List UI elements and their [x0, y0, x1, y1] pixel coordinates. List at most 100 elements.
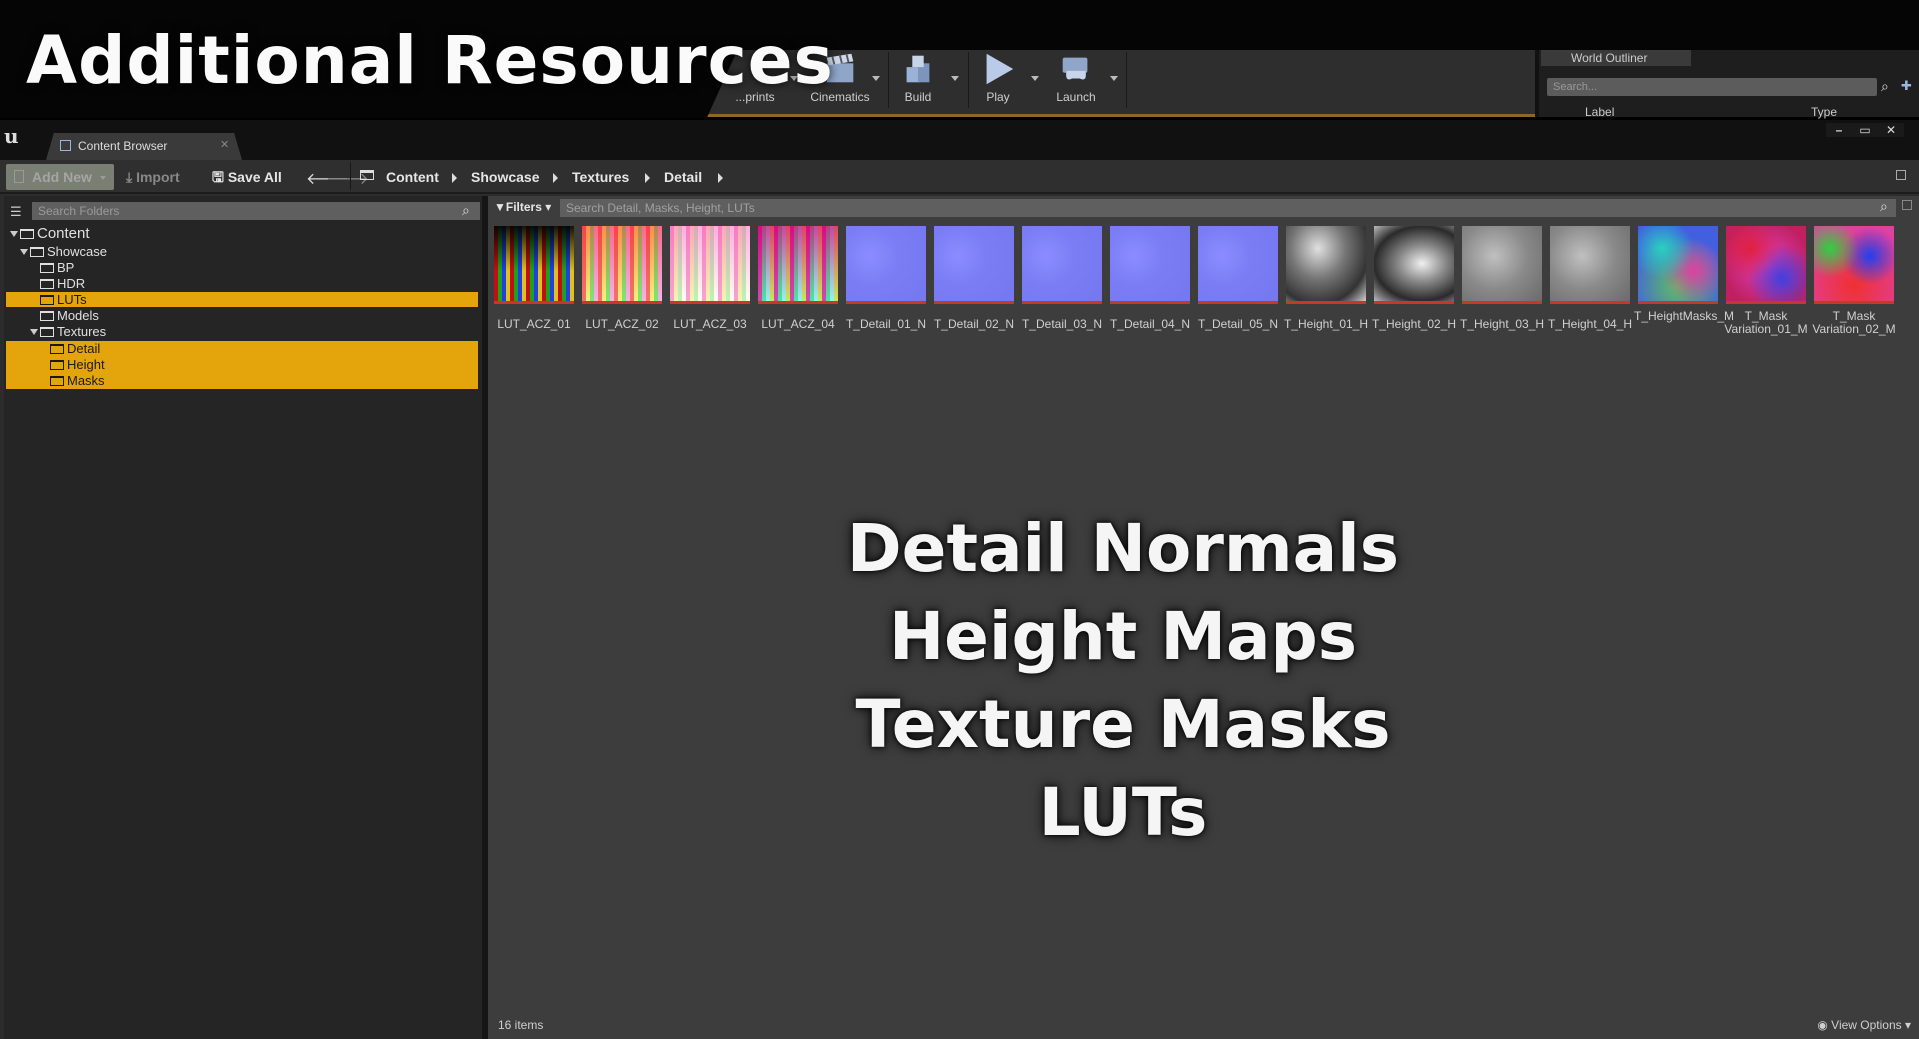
import-button[interactable]: ⤓ Import	[126, 164, 180, 190]
texture-thumbnail	[1286, 226, 1366, 304]
folder-open-icon[interactable]	[360, 170, 374, 180]
maximize-icon[interactable]: ▭	[1852, 123, 1878, 137]
asset-tile[interactable]: LUT_ACZ_04	[758, 226, 838, 331]
toolbar-separator	[1126, 52, 1127, 108]
tree-item-bp[interactable]: BP	[6, 260, 478, 275]
toolbar-separator	[968, 52, 969, 108]
column-header-label[interactable]: Label	[1585, 105, 1614, 119]
save-all-label: Save All	[227, 169, 282, 185]
texture-thumbnail	[1638, 226, 1718, 304]
column-header-type[interactable]: Type	[1811, 105, 1837, 119]
eye-icon: ◉	[1817, 1018, 1832, 1032]
asset-tile[interactable]: LUT_ACZ_03	[670, 226, 750, 331]
folder-icon	[20, 229, 34, 239]
chevron-down-icon: ▾	[541, 200, 552, 214]
content-browser-icon	[60, 140, 71, 151]
asset-search-input[interactable]: Search Detail, Masks, Height, LUTs	[560, 199, 1896, 217]
close-icon[interactable]: ✕	[220, 138, 229, 151]
chevron-right-icon[interactable]	[645, 173, 650, 183]
add-actor-icon[interactable]: ✚	[1901, 78, 1912, 94]
texture-thumbnail	[934, 226, 1014, 304]
folder-label: HDR	[57, 276, 86, 291]
asset-tile[interactable]: T_Height_03_H	[1460, 226, 1544, 331]
content-browser-header	[0, 120, 1919, 160]
chevron-down-icon[interactable]	[1031, 76, 1039, 81]
asset-tile[interactable]: T_Detail_02_N	[934, 226, 1014, 331]
toolbar-label: Launch	[1056, 90, 1096, 104]
asset-tile[interactable]: T_Detail_01_N	[846, 226, 926, 331]
tab-world-outliner[interactable]: World Outliner	[1541, 50, 1691, 66]
asset-tile[interactable]: LUT_ACZ_02	[582, 226, 662, 331]
asset-tile[interactable]: T_HeightMasks_M	[1634, 226, 1734, 323]
folder-search-input[interactable]: Search Folders	[32, 202, 480, 220]
tree-item-masks[interactable]: Masks	[6, 373, 478, 388]
asset-tile[interactable]: T_Detail_05_N	[1198, 226, 1278, 331]
chevron-right-icon[interactable]	[718, 173, 723, 183]
tab-content-browser[interactable]: Content Browser ✕	[46, 133, 242, 160]
chevron-right-icon[interactable]	[452, 173, 457, 183]
tree-item-luts[interactable]: LUTs	[6, 292, 478, 307]
breadcrumb-showcase[interactable]: Showcase	[471, 169, 539, 185]
sources-toggle-icon[interactable]: ☰	[10, 204, 22, 220]
tree-item-showcase[interactable]: Showcase	[6, 244, 478, 259]
tree-item-detail[interactable]: Detail	[6, 341, 478, 356]
save-all-button[interactable]: 🖫 Save All	[212, 164, 282, 190]
filters-button[interactable]: ▼Filters ▾	[494, 200, 551, 214]
save-search-icon[interactable]	[1902, 200, 1912, 210]
asset-tile[interactable]: T_Height_04_H	[1548, 226, 1632, 331]
overlay-line: Detail Normals	[846, 510, 1400, 587]
breadcrumb-content[interactable]: Content	[386, 169, 439, 185]
world-outliner-panel: World Outliner Search... ⌕ ✚ Label Type	[1535, 50, 1919, 119]
view-options-button[interactable]: ◉ View Options ▾	[1817, 1018, 1911, 1032]
asset-tile[interactable]: LUT_ACZ_01	[494, 226, 574, 331]
item-count: 16 items	[498, 1018, 544, 1032]
overlay-caption: Detail Normals Height Maps Texture Masks…	[488, 505, 1758, 857]
asset-tile[interactable]: T_Height_01_H	[1284, 226, 1368, 331]
asset-tile[interactable]: T_Mask Variation_02_M	[1812, 226, 1896, 336]
chevron-down-icon[interactable]	[872, 76, 880, 81]
search-icon[interactable]: ⌕	[462, 202, 470, 219]
add-new-button[interactable]: Add New	[6, 164, 114, 190]
folder-label: Textures	[57, 324, 107, 339]
folder-icon	[50, 344, 64, 354]
folder-label: Models	[57, 308, 99, 323]
chevron-right-icon[interactable]	[553, 173, 558, 183]
asset-tile[interactable]: T_Detail_03_N	[1022, 226, 1102, 331]
asset-tile[interactable]: T_Height_02_H	[1372, 226, 1456, 331]
texture-thumbnail	[1462, 226, 1542, 304]
folder-tree-panel: ☰ Search Folders ⌕ Content Showcase BP H…	[4, 196, 482, 1039]
asset-name: T_Detail_01_N	[845, 317, 927, 331]
chevron-down-icon[interactable]	[1110, 76, 1118, 81]
search-icon[interactable]: ⌕	[1881, 78, 1889, 95]
search-icon[interactable]: ⌕	[1880, 198, 1888, 215]
content-browser-toolbar: Add New ⤓ Import 🖫 Save All 🡐 🡒 Content …	[0, 160, 1919, 194]
lock-icon[interactable]	[1896, 170, 1906, 180]
folder-icon	[50, 360, 64, 370]
asset-tile[interactable]: T_Mask Variation_01_M	[1724, 226, 1808, 336]
unreal-logo-icon: u	[4, 124, 19, 148]
expand-triangle-icon[interactable]	[30, 329, 38, 335]
import-icon: ⤓	[126, 169, 137, 185]
expand-triangle-icon[interactable]	[20, 249, 28, 255]
chevron-down-icon[interactable]	[951, 76, 959, 81]
launch-button[interactable]: Launch	[1048, 50, 1104, 110]
asset-name: LUT_ACZ_02	[585, 317, 659, 331]
asset-tile[interactable]: T_Detail_04_N	[1110, 226, 1190, 331]
asset-name: T_Mask Variation_02_M	[1812, 309, 1896, 336]
minimize-icon[interactable]: –	[1826, 123, 1852, 137]
tree-item-hdr[interactable]: HDR	[6, 276, 478, 291]
page-title: Additional Resources	[26, 22, 834, 99]
close-window-icon[interactable]: ✕	[1878, 123, 1904, 137]
breadcrumb-detail[interactable]: Detail	[664, 169, 702, 185]
tree-item-content[interactable]: Content	[6, 226, 478, 241]
tree-item-textures[interactable]: Textures	[6, 324, 478, 339]
folder-icon	[40, 327, 54, 337]
tree-item-height[interactable]: Height	[6, 357, 478, 372]
world-outliner-search-input[interactable]: Search...	[1547, 78, 1877, 96]
chevron-down-icon	[99, 176, 106, 180]
breadcrumb-textures[interactable]: Textures	[572, 169, 629, 185]
build-button[interactable]: Build	[893, 50, 943, 110]
expand-triangle-icon[interactable]	[10, 231, 18, 237]
play-button[interactable]: Play	[973, 50, 1023, 110]
tree-item-models[interactable]: Models	[6, 308, 478, 323]
